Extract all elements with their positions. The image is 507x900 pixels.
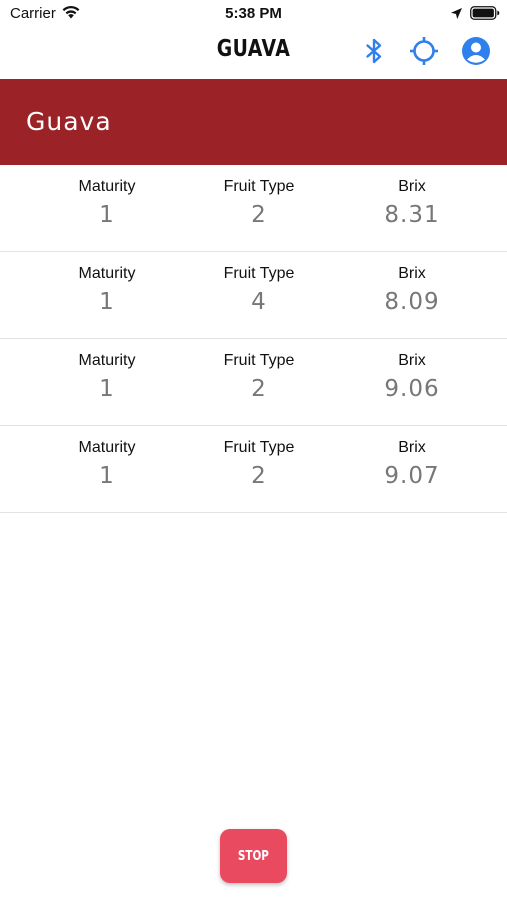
stop-button[interactable]: STOP xyxy=(220,829,287,883)
brix-value: 8.09 xyxy=(384,289,440,315)
maturity-cell: Maturity 1 xyxy=(27,165,187,228)
brix-value: 8.31 xyxy=(384,202,440,228)
brix-cell: Brix 9.06 xyxy=(332,339,492,402)
fruit-type-label: Fruit Type xyxy=(223,352,295,369)
maturity-label: Maturity xyxy=(78,265,136,282)
fruit-type-label: Fruit Type xyxy=(223,439,295,456)
battery-icon xyxy=(470,6,500,20)
banner-title: Guava xyxy=(26,107,112,136)
section-banner: Guava xyxy=(0,79,507,165)
stop-button-label: STOP xyxy=(237,848,270,864)
brix-label: Brix xyxy=(398,352,426,369)
brix-label: Brix xyxy=(398,178,426,195)
brix-cell: Brix 9.07 xyxy=(332,426,492,489)
fruit-type-value: 2 xyxy=(251,463,267,489)
fruit-type-value: 2 xyxy=(251,202,267,228)
fruit-type-cell: Fruit Type 2 xyxy=(179,339,339,402)
list-item[interactable]: Maturity 1 Fruit Type 4 Brix 8.09 xyxy=(0,252,507,339)
maturity-value: 1 xyxy=(99,376,115,402)
maturity-cell: Maturity 1 xyxy=(27,252,187,315)
bluetooth-icon[interactable] xyxy=(359,36,389,66)
maturity-label: Maturity xyxy=(78,178,136,195)
location-arrow-icon xyxy=(451,8,462,19)
brix-cell: Brix 8.31 xyxy=(332,165,492,228)
list-item[interactable]: Maturity 1 Fruit Type 2 Brix 9.07 xyxy=(0,426,507,513)
fruit-type-cell: Fruit Type 2 xyxy=(179,426,339,489)
list-item[interactable]: Maturity 1 Fruit Type 2 Brix 8.31 xyxy=(0,165,507,252)
list-item[interactable]: Maturity 1 Fruit Type 2 Brix 9.06 xyxy=(0,339,507,426)
fruit-type-value: 4 xyxy=(251,289,267,315)
brix-cell: Brix 8.09 xyxy=(332,252,492,315)
brix-value: 9.07 xyxy=(384,463,440,489)
account-icon[interactable] xyxy=(461,36,491,66)
status-bar: Carrier 5:38 PM xyxy=(0,0,507,28)
brix-label: Brix xyxy=(398,265,426,282)
maturity-value: 1 xyxy=(99,289,115,315)
status-time: 5:38 PM xyxy=(225,5,282,22)
maturity-value: 1 xyxy=(99,202,115,228)
maturity-value: 1 xyxy=(99,463,115,489)
brix-value: 9.06 xyxy=(384,376,440,402)
maturity-label: Maturity xyxy=(78,439,136,456)
fruit-type-label: Fruit Type xyxy=(223,178,295,195)
brix-label: Brix xyxy=(398,439,426,456)
readings-list: Maturity 1 Fruit Type 2 Brix 8.31 Maturi… xyxy=(0,165,507,513)
maturity-cell: Maturity 1 xyxy=(27,426,187,489)
fruit-type-cell: Fruit Type 2 xyxy=(179,165,339,228)
navigation-bar: GUAVA xyxy=(0,28,507,78)
maturity-cell: Maturity 1 xyxy=(27,339,187,402)
fruit-type-label: Fruit Type xyxy=(223,265,295,282)
fruit-type-value: 2 xyxy=(251,376,267,402)
fruit-type-cell: Fruit Type 4 xyxy=(179,252,339,315)
maturity-label: Maturity xyxy=(78,352,136,369)
crosshair-icon[interactable] xyxy=(409,36,439,66)
app-title: GUAVA xyxy=(216,36,291,62)
